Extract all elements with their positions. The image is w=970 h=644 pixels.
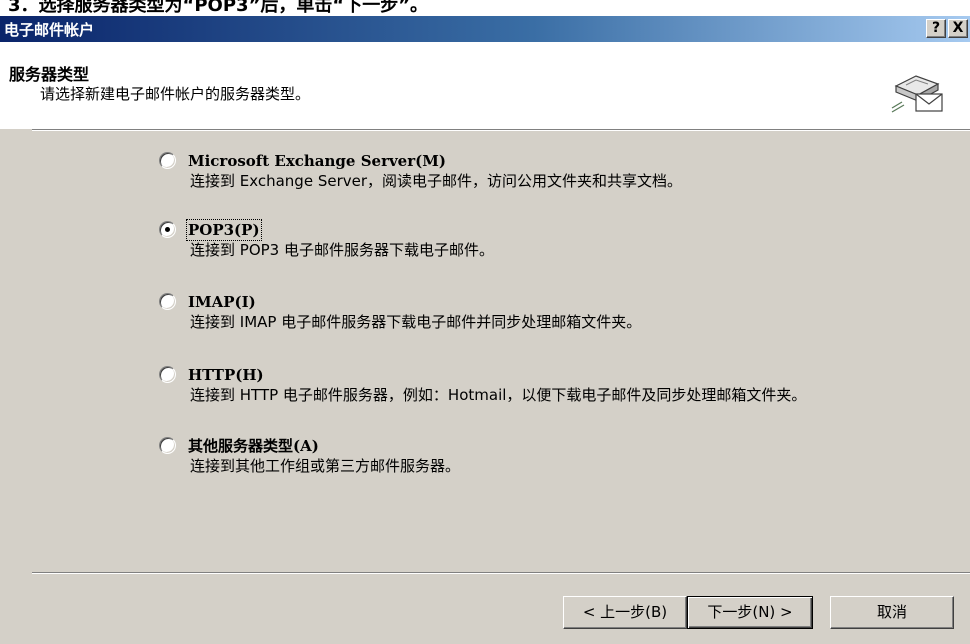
top-caption: 3．选择服务器类型为“POP3”后，单击“下一步”。	[0, 0, 970, 16]
radio-selected-dot	[165, 227, 170, 232]
option-description: 连接到 POP3 电子邮件服务器下载电子邮件。	[190, 241, 494, 259]
option-description: 连接到 IMAP 电子邮件服务器下载电子邮件并同步处理邮箱文件夹。	[190, 313, 642, 331]
option-label[interactable]: POP3(P)	[186, 219, 262, 241]
header-divider	[32, 129, 970, 131]
mail-server-icon	[888, 68, 948, 120]
window-title: 电子邮件帐户	[4, 21, 95, 39]
page-description: 请选择新建电子邮件帐户的服务器类型。	[40, 85, 311, 103]
option-description: 连接到 HTTP 电子邮件服务器，例如：Hotmail，以便下载电子邮件及同步处…	[190, 386, 807, 404]
top-caption-text: 3．选择服务器类型为“POP3”后，单击“下一步”。	[8, 0, 429, 16]
email-account-dialog: 电子邮件帐户 ? X 服务器类型 请选择新建电子邮件帐户的服务器类型。 Micr…	[0, 16, 970, 644]
page-title: 服务器类型	[9, 65, 90, 84]
radio-imap[interactable]	[159, 293, 176, 310]
option-label[interactable]: IMAP(I)	[188, 293, 256, 311]
option-description: 连接到 Exchange Server，阅读电子邮件，访问公用文件夹和共享文档。	[190, 172, 683, 190]
radio-other[interactable]	[159, 437, 176, 454]
radio-exchange[interactable]	[159, 152, 176, 169]
help-button[interactable]: ?	[926, 19, 946, 38]
cancel-button[interactable]: 取消	[830, 596, 954, 629]
option-description: 连接到其他工作组或第三方邮件服务器。	[190, 457, 461, 475]
back-button[interactable]: < 上一步(B)	[563, 596, 687, 629]
radio-http[interactable]	[159, 366, 176, 383]
wizard-header: 服务器类型 请选择新建电子邮件帐户的服务器类型。	[0, 42, 970, 129]
next-button[interactable]: 下一步(N) >	[687, 596, 813, 629]
close-button[interactable]: X	[948, 19, 968, 38]
option-label[interactable]: 其他服务器类型(A)	[188, 437, 319, 455]
title-bar[interactable]: 电子邮件帐户 ? X	[0, 16, 970, 42]
footer-divider	[32, 572, 970, 574]
option-label[interactable]: HTTP(H)	[188, 366, 264, 384]
radio-pop3[interactable]	[159, 221, 176, 238]
option-label[interactable]: Microsoft Exchange Server(M)	[188, 152, 446, 170]
